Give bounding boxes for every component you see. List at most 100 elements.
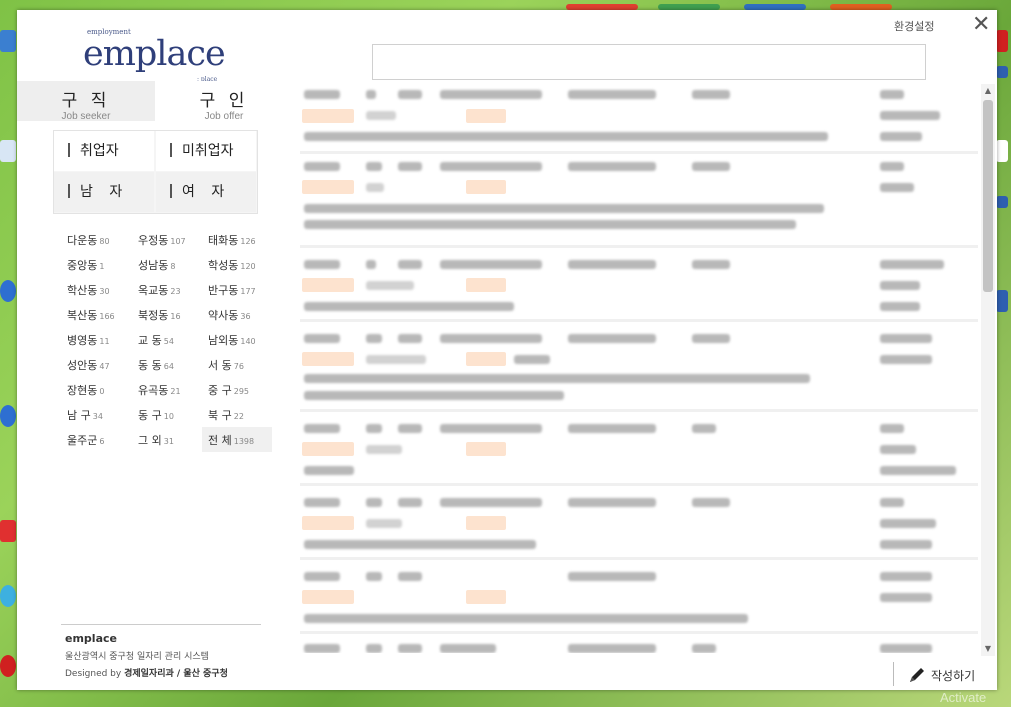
filter-unemployed-button[interactable]: 미취업자 (156, 131, 256, 171)
list-item[interactable] (300, 156, 978, 248)
district-item[interactable]: 유곡동 21 (138, 382, 206, 404)
emplace-logo[interactable]: employment emplace ; place (83, 28, 233, 83)
district-count: 80 (99, 237, 110, 246)
logo-wordmark: emplace (83, 34, 226, 74)
app-icon[interactable] (0, 520, 16, 542)
district-count: 76 (233, 362, 244, 371)
district-name: 태화동 (208, 234, 239, 247)
filter-label: 취업자 (80, 143, 119, 159)
app-icon[interactable] (996, 30, 1008, 52)
credit-department: 경제일자리과 / 울산 중구청 (124, 669, 228, 679)
district-name: 중앙동 (67, 259, 98, 272)
district-name: 그 외 (138, 434, 162, 447)
district-name: 서 동 (208, 359, 232, 372)
tab-job-offer[interactable]: 구 인 Job offer (155, 81, 293, 122)
record-list (300, 86, 978, 653)
district-name: 북정동 (138, 309, 169, 322)
district-count: 23 (170, 287, 181, 296)
sidebar: employment emplace ; place 구 직 Job seeke… (17, 10, 295, 690)
district-name: 복산동 (67, 309, 98, 322)
district-count: 1398 (233, 437, 255, 446)
desktop-shortcut-icon[interactable] (0, 140, 16, 162)
district-name: 중 구 (208, 384, 232, 397)
district-item[interactable]: 학성동 120 (208, 257, 276, 279)
app-icon[interactable] (0, 655, 16, 677)
list-item[interactable] (300, 562, 978, 634)
filter-employed-button[interactable]: 취업자 (54, 131, 154, 171)
district-item[interactable]: 북정동 16 (138, 307, 206, 329)
district-item[interactable]: 교 동 54 (138, 332, 206, 354)
media-player-icon[interactable] (0, 280, 16, 302)
district-item[interactable]: 남외동 140 (208, 332, 276, 354)
desktop-left-edge (0, 0, 18, 707)
tab-job-seeker[interactable]: 구 직 Job seeker (17, 81, 155, 122)
district-item[interactable]: 복산동 166 (67, 307, 135, 329)
district-count: 31 (163, 437, 174, 446)
district-item[interactable]: 장현동 0 (67, 382, 135, 404)
filter-label: 남 자 (80, 184, 129, 200)
list-item[interactable] (300, 324, 978, 412)
district-item[interactable]: 다운동 80 (67, 232, 135, 254)
scroll-up-icon[interactable]: ▲ (981, 84, 995, 98)
district-name: 유곡동 (138, 384, 169, 397)
shortcut-icon[interactable] (996, 196, 1008, 208)
district-count: 11 (99, 337, 110, 346)
district-item[interactable]: 병영동 11 (67, 332, 135, 354)
shortcut-icon[interactable] (996, 66, 1008, 78)
district-item[interactable]: 태화동 126 (208, 232, 276, 254)
scroll-down-icon[interactable]: ▼ (981, 642, 995, 656)
settings-link[interactable]: 환경설정 (894, 18, 934, 34)
district-item[interactable]: 중앙동 1 (67, 257, 135, 279)
district-item[interactable]: 울주군 6 (67, 432, 135, 454)
district-count: 16 (170, 312, 181, 321)
recycle-bin-icon[interactable] (0, 30, 16, 52)
os-activation-watermark: Activate (940, 690, 987, 705)
district-count: 36 (240, 312, 251, 321)
footer-description: 울산광역시 중구청 일자리 관리 시스템 (65, 652, 209, 662)
filter-male-button[interactable]: 남 자 (54, 172, 154, 212)
list-scrollbar[interactable]: ▲ ▼ (981, 84, 995, 656)
district-item[interactable]: 남 구 34 (67, 407, 135, 429)
app-icon[interactable] (996, 140, 1008, 162)
district-item[interactable]: 동 구 10 (138, 407, 206, 429)
list-item[interactable] (300, 250, 978, 322)
district-item-all[interactable]: 전 체 1398 (202, 427, 272, 452)
close-icon[interactable]: ✕ (972, 12, 990, 37)
district-item[interactable]: 반구동 177 (208, 282, 276, 304)
app-window: employment emplace ; place 구 직 Job seeke… (17, 10, 997, 690)
write-button[interactable]: 작성하기 (893, 662, 993, 688)
search-input[interactable] (372, 44, 926, 80)
district-item[interactable]: 서 동 76 (208, 357, 276, 379)
district-item[interactable]: 동 동 64 (138, 357, 206, 379)
shortcut-icon[interactable] (996, 290, 1008, 312)
district-name: 장현동 (67, 384, 98, 397)
district-item[interactable]: 학산동 30 (67, 282, 135, 304)
district-item[interactable]: 성남동 8 (138, 257, 206, 279)
district-item[interactable]: 북 구 22 (208, 407, 276, 429)
district-item[interactable]: 옥교동 23 (138, 282, 206, 304)
district-item[interactable]: 중 구 295 (208, 382, 276, 404)
app-icon[interactable] (0, 585, 16, 607)
list-item[interactable] (300, 414, 978, 486)
pencil-icon (910, 668, 924, 682)
filter-female-button[interactable]: 여 자 (156, 172, 256, 212)
district-name: 성남동 (138, 259, 169, 272)
media-player-icon[interactable] (0, 405, 16, 427)
district-item[interactable]: 그 외 31 (138, 432, 206, 454)
credit-prefix: Designed by (65, 669, 125, 679)
district-count: 140 (240, 337, 256, 346)
tab-label: 구 인 (199, 91, 249, 111)
district-name: 학산동 (67, 284, 98, 297)
list-item[interactable] (300, 488, 978, 560)
district-count: 107 (170, 237, 186, 246)
footer-divider (61, 624, 261, 625)
district-item[interactable]: 약사동 36 (208, 307, 276, 329)
list-item[interactable] (300, 636, 978, 653)
desktop-top-strip (560, 0, 1000, 10)
district-count: 1 (99, 262, 105, 271)
district-item[interactable]: 우정동 107 (138, 232, 206, 254)
district-item[interactable]: 성안동 47 (67, 357, 135, 379)
list-item[interactable] (300, 86, 978, 154)
scroll-thumb[interactable] (983, 100, 993, 292)
district-count: 34 (92, 412, 103, 421)
